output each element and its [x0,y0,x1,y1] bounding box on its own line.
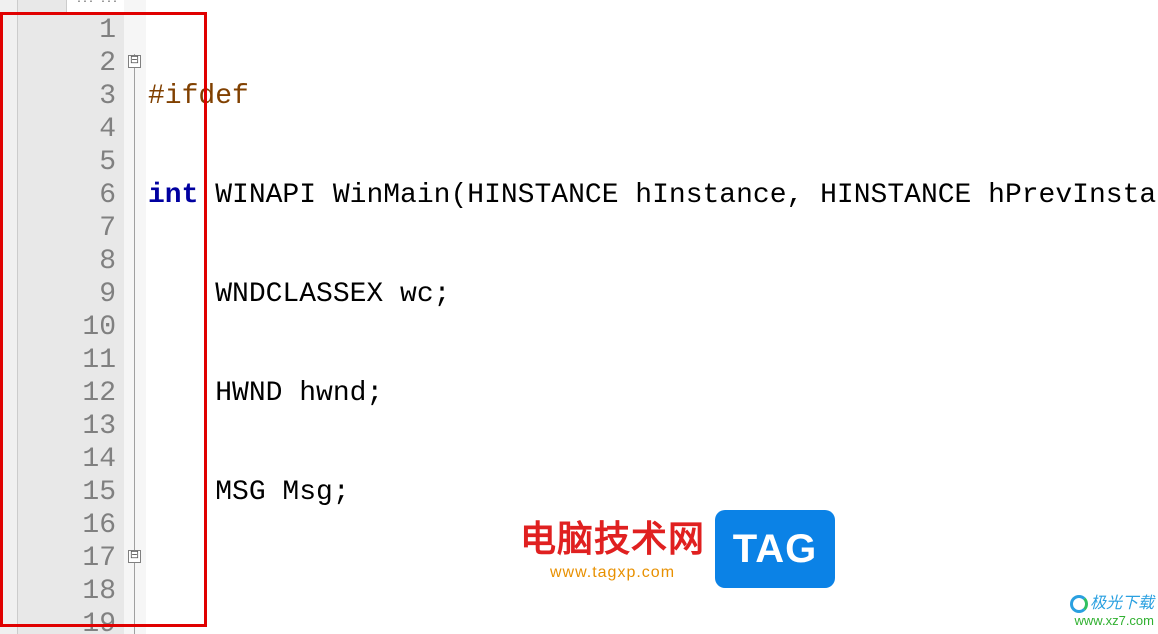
code-line[interactable]: int WINAPI WinMain(HINSTANCE hInstance, … [146,179,1158,212]
line-number: 6 [18,179,116,212]
line-number: 18 [18,575,116,608]
code-text: MSG Msg; [148,477,350,508]
line-number: 9 [18,278,116,311]
line-number: 3 [18,80,116,113]
code-text: HWND hwnd; [148,378,383,409]
margin-strip [0,0,18,634]
line-number: 8 [18,245,116,278]
code-text: WNDCLASSEX wc; [148,279,450,310]
line-number: 7 [18,212,116,245]
preprocessor-token: #ifdef [148,81,249,112]
fold-column[interactable]: ⊟ ⊟ [124,0,146,634]
keyword-token: int [148,180,198,211]
line-number: 14 [18,443,116,476]
line-number: 13 [18,410,116,443]
code-line[interactable]: MSG Msg; [146,476,1158,509]
line-number: 5 [18,146,116,179]
code-text: WINAPI WinMain(HINSTANCE hInstance, HINS… [198,180,1156,211]
code-line[interactable]: #ifdef [146,80,1158,113]
code-line[interactable]: WNDCLASSEX wc; [146,278,1158,311]
fold-guide-line [134,54,135,634]
line-number: 16 [18,509,116,542]
fold-toggle-icon[interactable]: ⊟ [128,550,141,563]
line-number: 1 [18,14,116,47]
line-number-gutter[interactable]: 1 2 3 4 5 6 7 8 9 10 11 12 13 14 15 16 1… [18,0,124,634]
line-number: 19 [18,608,116,634]
line-number: 15 [18,476,116,509]
line-number: 10 [18,311,116,344]
code-line[interactable]: HWND hwnd; [146,377,1158,410]
line-number: 17 [18,542,116,575]
code-editor: ··· ··· 1 2 3 4 5 6 7 8 9 10 11 12 13 14… [0,0,1158,634]
code-line[interactable] [146,575,1158,608]
code-area[interactable]: #ifdef int WINAPI WinMain(HINSTANCE hIns… [146,0,1158,634]
fold-toggle-icon[interactable]: ⊟ [128,55,141,68]
tab-stub[interactable]: ··· ··· [66,0,128,14]
line-number: 2 [18,47,116,80]
line-number: 11 [18,344,116,377]
line-number: 12 [18,377,116,410]
line-number: 4 [18,113,116,146]
